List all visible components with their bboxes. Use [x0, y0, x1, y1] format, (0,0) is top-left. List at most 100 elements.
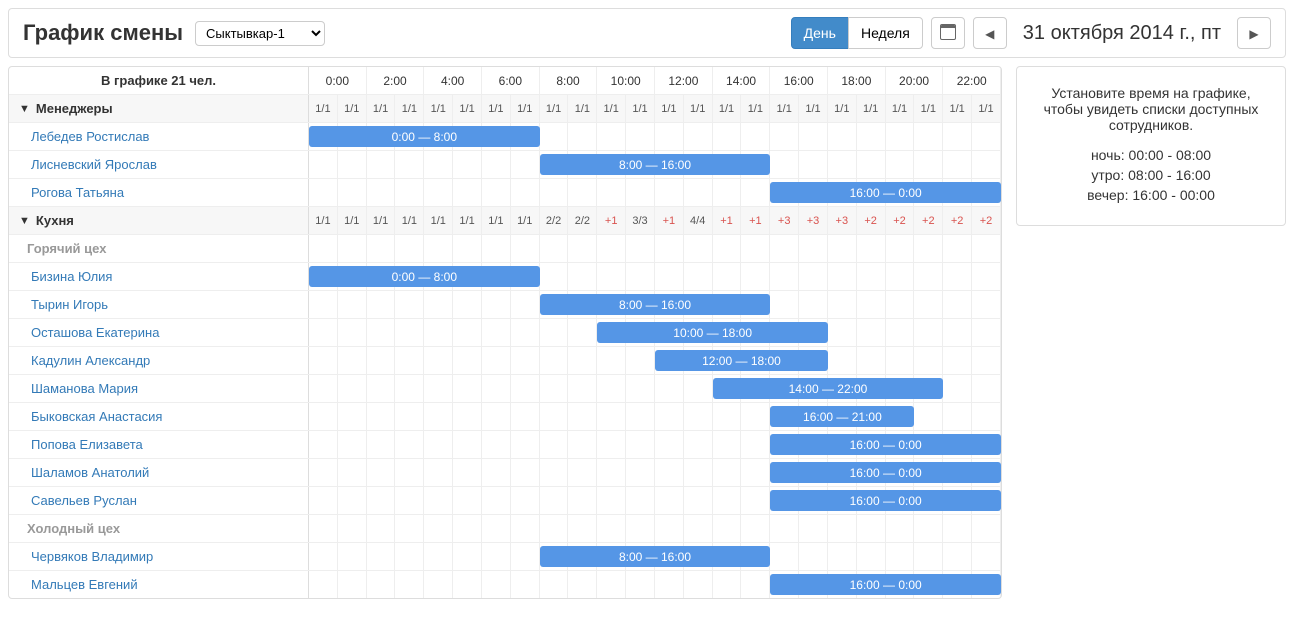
hour-header-cell: 8:00 [540, 67, 598, 94]
shift-bar[interactable]: 16:00 — 0:00 [770, 434, 1001, 455]
sidebar-slot: утро: 08:00 - 16:00 [1031, 167, 1271, 183]
hour-header-cell: 10:00 [597, 67, 655, 94]
caret-down-icon: ▼ [19, 215, 30, 227]
chevron-left-icon [985, 25, 994, 41]
ratio-cell: +1 [655, 207, 684, 234]
chevron-right-icon [1249, 25, 1258, 41]
person-row: Мальцев Евгений 16:00 — 0:00 [9, 571, 1001, 598]
subgroup-row: Горячий цех [9, 235, 1001, 263]
person-link[interactable]: Шаламов Анатолий [31, 465, 149, 480]
ratio-cell: 1/1 [886, 95, 915, 122]
person-link[interactable]: Лисневский Ярослав [31, 157, 157, 172]
ratio-cell: 1/1 [597, 95, 626, 122]
person-link[interactable]: Савельев Руслан [31, 493, 137, 508]
shift-bar[interactable]: 14:00 — 22:00 [713, 378, 944, 399]
person-row: Лебедев Ростислав 0:00 — 8:00 [9, 123, 1001, 151]
ratio-cell: 3/3 [626, 207, 655, 234]
person-link[interactable]: Быковская Анастасия [31, 409, 162, 424]
current-date: 31 октября 2014 г., пт [1015, 22, 1229, 45]
ratio-cell: 1/1 [309, 207, 338, 234]
person-row: Попова Елизавета 16:00 — 0:00 [9, 431, 1001, 459]
shift-bar[interactable]: 10:00 — 18:00 [597, 322, 828, 343]
person-row: Кадулин Александр 12:00 — 18:00 [9, 347, 1001, 375]
person-row: Лисневский Ярослав 8:00 — 16:00 [9, 151, 1001, 179]
calendar-button[interactable] [931, 17, 965, 49]
ratio-cell: +3 [770, 207, 799, 234]
shift-bar[interactable]: 16:00 — 0:00 [770, 574, 1001, 595]
hour-header-cell: 12:00 [655, 67, 713, 94]
ratio-cell: 1/1 [338, 207, 367, 234]
person-row: Тырин Игорь 8:00 — 16:00 [9, 291, 1001, 319]
shift-bar[interactable]: 8:00 — 16:00 [540, 546, 771, 567]
schedule-header: В графике 21 чел. 0:002:004:006:008:0010… [9, 67, 1001, 95]
person-link[interactable]: Осташова Екатерина [31, 325, 159, 340]
shift-bar[interactable]: 16:00 — 21:00 [770, 406, 914, 427]
hours-header: 0:002:004:006:008:0010:0012:0014:0016:00… [309, 67, 1001, 94]
person-link[interactable]: Кадулин Александр [31, 353, 150, 368]
hour-header-cell: 18:00 [828, 67, 886, 94]
next-day-button[interactable] [1237, 17, 1271, 49]
shift-bar[interactable]: 16:00 — 0:00 [770, 182, 1001, 203]
view-day-button[interactable]: День [791, 17, 849, 49]
person-link[interactable]: Шаманова Мария [31, 381, 138, 396]
ratio-cell: 2/2 [568, 207, 597, 234]
person-row: Рогова Татьяна 16:00 — 0:00 [9, 179, 1001, 207]
person-link[interactable]: Мальцев Евгений [31, 577, 138, 592]
ratio-cell: 1/1 [367, 207, 396, 234]
person-row: Быковская Анастасия 16:00 — 21:00 [9, 403, 1001, 431]
ratio-cell: 1/1 [424, 95, 453, 122]
ratio-cell: 1/1 [482, 207, 511, 234]
person-link[interactable]: Тырин Игорь [31, 297, 108, 312]
location-select[interactable]: Сыктывкар-1 [195, 21, 325, 46]
info-sidebar: Установите время на графике, чтобы увиде… [1016, 66, 1286, 226]
person-link[interactable]: Лебедев Ростислав [31, 129, 149, 144]
ratio-cell: 1/1 [453, 207, 482, 234]
ratio-cell: 1/1 [309, 95, 338, 122]
person-link[interactable]: Рогова Татьяна [31, 185, 124, 200]
ratio-cell: 1/1 [367, 95, 396, 122]
shift-bar[interactable]: 0:00 — 8:00 [309, 266, 540, 287]
ratio-cell: 1/1 [713, 95, 742, 122]
ratio-cell: 1/1 [453, 95, 482, 122]
hour-header-cell: 16:00 [770, 67, 828, 94]
ratio-cell: +1 [713, 207, 742, 234]
shift-bar[interactable]: 8:00 — 16:00 [540, 154, 771, 175]
shift-bar[interactable]: 12:00 — 18:00 [655, 350, 828, 371]
ratio-cell: 1/1 [828, 95, 857, 122]
hour-header-cell: 4:00 [424, 67, 482, 94]
ratio-cell: +2 [972, 207, 1001, 234]
group-label: Менеджеры [36, 101, 113, 116]
ratio-cell: 4/4 [684, 207, 713, 234]
ratio-cell: 1/1 [511, 95, 540, 122]
person-row: Шаламов Анатолий 16:00 — 0:00 [9, 459, 1001, 487]
person-link[interactable]: Бизина Юлия [31, 269, 112, 284]
ratio-cell: 1/1 [511, 207, 540, 234]
sidebar-hint: Установите время на графике, чтобы увиде… [1031, 85, 1271, 133]
hour-header-cell: 0:00 [309, 67, 367, 94]
group-row[interactable]: ▼Кухня1/11/11/11/11/11/11/11/12/22/2+13/… [9, 207, 1001, 235]
subgroup-label: Холодный цех [9, 515, 309, 542]
sidebar-slot: вечер: 16:00 - 00:00 [1031, 187, 1271, 203]
ratio-cell: +1 [741, 207, 770, 234]
shift-bar[interactable]: 0:00 — 8:00 [309, 126, 540, 147]
person-link[interactable]: Червяков Владимир [31, 549, 153, 564]
ratio-cell: 1/1 [770, 95, 799, 122]
group-row[interactable]: ▼Менеджеры1/11/11/11/11/11/11/11/11/11/1… [9, 95, 1001, 123]
schedule-grid: В графике 21 чел. 0:002:004:006:008:0010… [8, 66, 1002, 599]
person-row: Шаманова Мария 14:00 — 22:00 [9, 375, 1001, 403]
ratio-cell: 1/1 [655, 95, 684, 122]
prev-day-button[interactable] [973, 17, 1007, 49]
shift-bar[interactable]: 8:00 — 16:00 [540, 294, 771, 315]
shift-bar[interactable]: 16:00 — 0:00 [770, 462, 1001, 483]
person-link[interactable]: Попова Елизавета [31, 437, 143, 452]
ratio-cell: 1/1 [972, 95, 1001, 122]
view-week-button[interactable]: Неделя [848, 17, 923, 49]
ratio-cell: 1/1 [540, 95, 569, 122]
hour-header-cell: 6:00 [482, 67, 540, 94]
ratio-cell: 1/1 [395, 207, 424, 234]
ratio-cell: +2 [914, 207, 943, 234]
ratio-cell: 1/1 [914, 95, 943, 122]
ratio-cell: 1/1 [857, 95, 886, 122]
ratio-cell: 1/1 [568, 95, 597, 122]
shift-bar[interactable]: 16:00 — 0:00 [770, 490, 1001, 511]
